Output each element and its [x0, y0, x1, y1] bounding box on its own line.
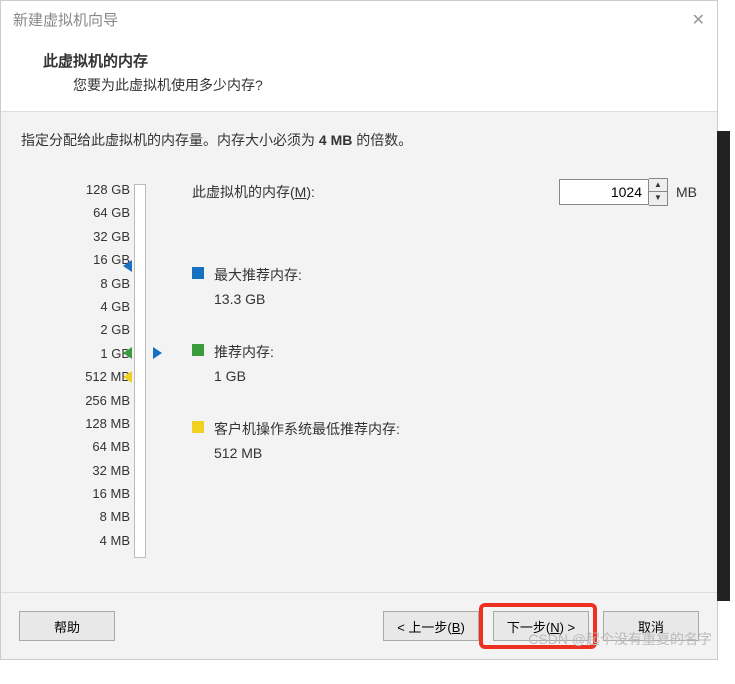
memory-field-label: 此虚拟机的内存(M): — [192, 182, 559, 202]
memory-unit: MB — [676, 184, 697, 200]
dialog-title: 新建虚拟机向导 — [13, 9, 118, 30]
wizard-dialog: 新建虚拟机向导 ✕ 此虚拟机的内存 您要为此虚拟机使用多少内存? 指定分配给此虚… — [0, 0, 718, 660]
legend-min-memory: 客户机操作系统最低推荐内存: 512 MB — [192, 418, 697, 465]
square-icon — [192, 267, 204, 279]
scale-tick-label: 128 GB — [21, 178, 146, 201]
scale-tick-label: 32 GB — [21, 225, 146, 248]
body-section: 指定分配给此虚拟机的内存量。内存大小必须为 4 MB 的倍数。 128 GB64… — [1, 112, 717, 592]
scale-tick-label: 256 MB — [21, 389, 146, 412]
square-icon — [192, 344, 204, 356]
memory-scale[interactable]: 128 GB64 GB32 GB16 GB8 GB4 GB2 GB1 GB512… — [21, 178, 146, 552]
scale-tick-label: 8 MB — [21, 505, 146, 528]
titlebar: 新建虚拟机向导 ✕ — [1, 1, 717, 38]
close-icon[interactable]: ✕ — [692, 10, 705, 30]
header-section: 此虚拟机的内存 您要为此虚拟机使用多少内存? — [1, 38, 717, 112]
scale-tick-label: 64 MB — [21, 435, 146, 458]
highlight-annotation: 下一步(N) > — [479, 603, 597, 649]
scale-tick-label: 4 MB — [21, 529, 146, 552]
min-memory-marker-icon — [123, 371, 132, 383]
legend-max-memory: 最大推荐内存: 13.3 GB — [192, 264, 697, 311]
scale-tick-label: 64 GB — [21, 201, 146, 224]
instruction-text: 指定分配给此虚拟机的内存量。内存大小必须为 4 MB 的倍数。 — [21, 130, 697, 150]
next-button[interactable]: 下一步(N) > — [493, 611, 589, 641]
help-button[interactable]: 帮助 — [19, 611, 115, 641]
scale-tick-label: 4 GB — [21, 295, 146, 318]
recommended-memory-marker-icon — [123, 347, 132, 359]
slider-markers — [134, 184, 146, 558]
cancel-button[interactable]: 取消 — [603, 611, 699, 641]
max-memory-marker-icon — [123, 260, 132, 272]
scale-tick-label: 8 GB — [21, 272, 146, 295]
square-icon — [192, 421, 204, 433]
current-memory-marker-icon[interactable] — [153, 347, 162, 359]
page-subtitle: 您要为此虚拟机使用多少内存? — [73, 75, 695, 95]
memory-input[interactable] — [559, 179, 649, 205]
background-window — [717, 131, 730, 601]
spinner-down-button[interactable]: ▼ — [649, 192, 667, 205]
scale-tick-label: 2 GB — [21, 318, 146, 341]
footer: 帮助 < 上一步(B) 下一步(N) > 取消 — [1, 592, 717, 659]
scale-tick-label: 128 MB — [21, 412, 146, 435]
back-button[interactable]: < 上一步(B) — [383, 611, 479, 641]
memory-spinner[interactable]: ▲ ▼ — [559, 178, 668, 206]
memory-info-column: 此虚拟机的内存(M): ▲ ▼ MB 最大推荐内存: — [192, 178, 697, 464]
spinner-up-button[interactable]: ▲ — [649, 179, 667, 192]
page-title: 此虚拟机的内存 — [43, 50, 695, 71]
legend-recommended-memory: 推荐内存: 1 GB — [192, 341, 697, 388]
scale-tick-label: 32 MB — [21, 459, 146, 482]
scale-tick-label: 16 MB — [21, 482, 146, 505]
